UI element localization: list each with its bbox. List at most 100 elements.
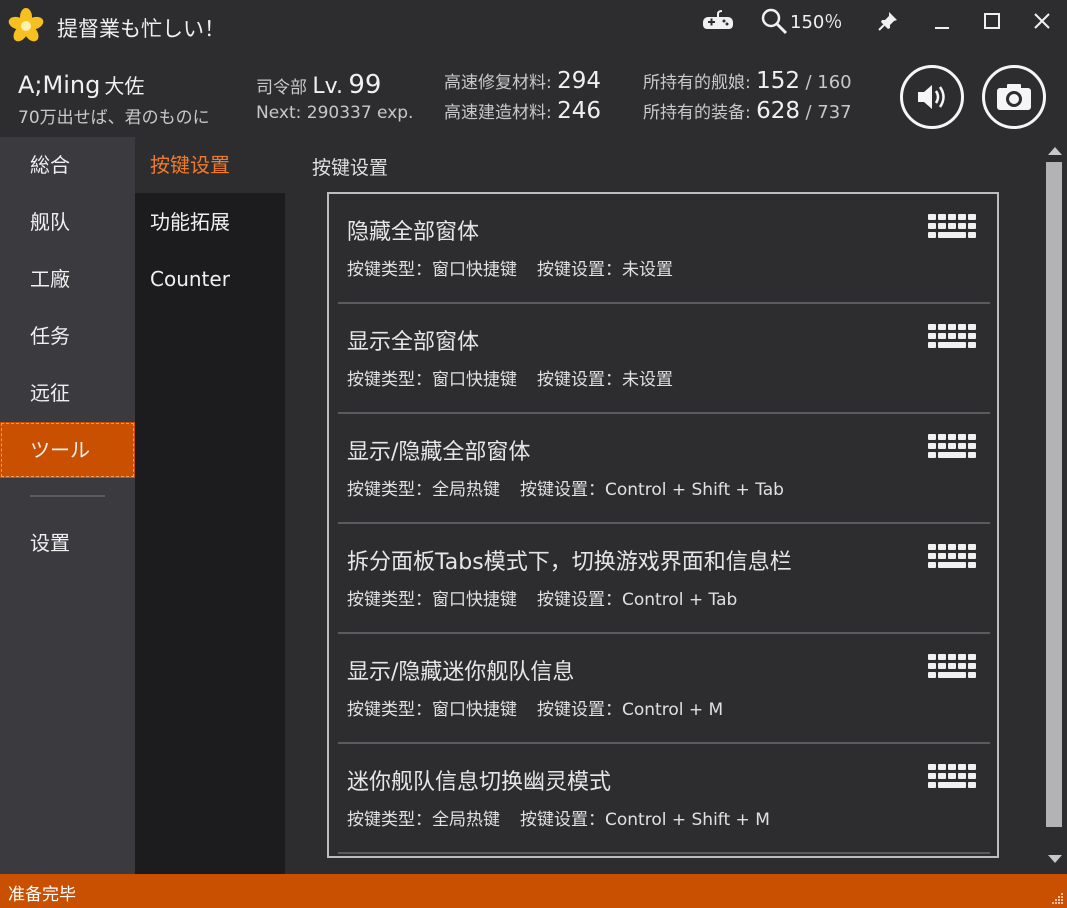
keyboard-icon[interactable] — [928, 214, 976, 244]
hotkey-type-value: 窗口快捷键 — [432, 700, 517, 720]
equips-label: 所持有的装备: — [643, 103, 751, 123]
hotkey-type-label: 按键类型： — [347, 370, 432, 390]
nav-divider — [30, 495, 105, 497]
hotkey-type-label: 按键类型： — [347, 700, 432, 720]
sub-nav: 按键设置 功能拓展 Counter — [135, 137, 285, 874]
hotkey-detail: 按键类型：全局热键 按键设置：Control + Shift + M — [347, 805, 770, 830]
status-bar: 准备完毕 — [0, 874, 1067, 908]
build-material: 高速建造材料: 246 — [444, 98, 601, 124]
equipment-count: 所持有的装备: 628 / 737 — [643, 98, 852, 124]
hotkey-detail: 按键类型：全局热键 按键设置：Control + Shift + Tab — [347, 475, 784, 500]
hotkey-type-value: 全局热键 — [432, 480, 500, 500]
admiral-name: A;Ming 大佐 — [18, 70, 144, 99]
hotkey-name: 显示/隐藏迷你舰队信息 — [347, 660, 575, 685]
main-nav: 総合 舰队 工廠 任务 远征 ツール 设置 — [0, 137, 135, 874]
pin-button[interactable] — [872, 4, 904, 38]
nav-item-expedition[interactable]: 远征 — [0, 365, 135, 421]
minimize-button[interactable] — [926, 4, 958, 38]
gamepad-button[interactable] — [700, 4, 736, 38]
hotkey-type-value: 窗口快捷键 — [432, 590, 517, 610]
vertical-scrollbar[interactable] — [1042, 137, 1067, 874]
hotkey-type-value: 窗口快捷键 — [432, 260, 517, 280]
nav-item-arsenal[interactable]: 工廠 — [0, 251, 135, 307]
hotkey-detail: 按键类型：窗口快捷键 按键设置：Control + M — [347, 695, 723, 720]
hotkey-type-value: 窗口快捷键 — [432, 370, 517, 390]
window-title: 提督業も忙しい！ — [57, 17, 225, 41]
scroll-up-arrow-icon[interactable] — [1045, 143, 1065, 157]
scroll-down-arrow-icon[interactable] — [1045, 853, 1065, 867]
hotkey-row[interactable]: 显示/隐藏迷你舰队信息按键类型：窗口快捷键 按键设置：Control + M — [338, 634, 990, 744]
maximize-button[interactable] — [976, 4, 1008, 38]
build-label: 高速建造材料: — [444, 103, 552, 123]
hotkey-name: 隐藏全部窗体 — [347, 220, 480, 245]
lv-label: Lv. — [312, 74, 343, 99]
next-label: Next: — [256, 103, 302, 123]
nav-item-tools[interactable]: ツール — [0, 422, 135, 478]
close-button[interactable] — [1026, 4, 1058, 38]
hotkey-type-label: 按键类型： — [347, 260, 432, 280]
admiral-comment: 70万出せば、君のものに — [18, 108, 210, 128]
hotkey-setting-value: 未设置 — [622, 260, 673, 280]
hotkey-type-label: 按键类型： — [347, 480, 432, 500]
volume-icon — [918, 85, 945, 109]
maximize-icon — [984, 13, 1000, 29]
hotkey-name: 显示全部窗体 — [347, 330, 480, 355]
zoom-level: 150％ — [790, 12, 843, 33]
hotkey-setting-value: Control + Shift + M — [605, 810, 770, 830]
hotkey-name: 迷你舰队信息切换幽灵模式 — [347, 770, 612, 795]
zoom-button[interactable]: 150％ — [760, 4, 848, 38]
title-bar: 提督業も忙しい！ 150％ — [0, 0, 1067, 50]
hotkey-setting-label: 按键设置： — [537, 700, 622, 720]
keyboard-icon[interactable] — [928, 654, 976, 684]
hotkey-name: 拆分面板Tabs模式下，切换游戏界面和信息栏 — [347, 550, 792, 575]
hotkey-row[interactable]: 迷你舰队信息切换幽灵模式按键类型：全局热键 按键设置：Control + Shif… — [338, 744, 990, 854]
screenshot-button[interactable] — [982, 65, 1046, 129]
hotkey-row[interactable]: 拆分面板Tabs模式下，切换游戏界面和信息栏 按键类型：窗口快捷键 按键设置：Con… — [338, 524, 990, 634]
next-exp-value: 290337 exp. — [306, 103, 414, 123]
hotkey-setting-label: 按键设置： — [520, 480, 605, 500]
hotkey-detail: 按键类型：窗口快捷键 按键设置：未设置 — [347, 365, 673, 390]
sub-nav-item-extensions[interactable]: 功能拓展 — [135, 194, 285, 250]
ships-value: 152 — [756, 68, 801, 94]
hotkey-name: 显示/隐藏全部窗体 — [347, 440, 531, 465]
status-text: 准备完毕 — [8, 885, 76, 905]
app-logo-icon — [8, 8, 44, 42]
hotkey-row[interactable]: 显示全部窗体按键类型：窗口快捷键 按键设置：未设置 — [338, 304, 990, 414]
hq-level: 司令部 Lv. 99 — [256, 70, 381, 100]
keyboard-icon[interactable] — [928, 324, 976, 354]
hotkey-setting-value: 未设置 — [622, 370, 673, 390]
hotkey-setting-label: 按键设置： — [520, 810, 605, 830]
admiral-rank: 大佐 — [104, 74, 145, 98]
admiral-info: A;Ming 大佐 70万出せば、君のものに 司令部 Lv. 99 Next: 2… — [0, 60, 1067, 135]
repair-label: 高速修复材料: — [444, 73, 552, 93]
nav-item-quests[interactable]: 任务 — [0, 308, 135, 364]
hotkey-setting-value: Control + Shift + Tab — [605, 480, 784, 500]
hotkey-setting-label: 按键设置： — [537, 370, 622, 390]
hotkey-row[interactable]: 显示/隐藏全部窗体按键类型：全局热键 按键设置：Control + Shift +… — [338, 414, 990, 524]
close-icon — [1034, 13, 1050, 29]
hotkey-type-label: 按键类型： — [347, 810, 432, 830]
camera-icon — [997, 84, 1031, 110]
nav-item-settings[interactable]: 设置 — [0, 515, 135, 571]
keyboard-icon[interactable] — [928, 434, 976, 464]
volume-button[interactable] — [900, 65, 964, 129]
gamepad-icon — [703, 10, 733, 29]
nav-item-fleet[interactable]: 舰队 — [0, 194, 135, 250]
keyboard-icon[interactable] — [928, 764, 976, 794]
ship-count: 所持有的舰娘: 152 / 160 — [643, 68, 852, 94]
next-exp: Next: 290337 exp. — [256, 103, 413, 123]
resize-grip-icon[interactable] — [1050, 891, 1064, 905]
zoom-icon — [761, 8, 788, 35]
nav-item-overview[interactable]: 総合 — [0, 137, 135, 193]
hotkey-setting-value: Control + Tab — [622, 590, 738, 610]
level-value: 99 — [348, 70, 382, 100]
hotkey-list: 隐藏全部窗体 按键类型：窗口快捷键 按键设置：未设置 显示全部窗体 按键类型：窗口快捷键… — [327, 192, 999, 858]
pin-icon — [878, 12, 897, 31]
hotkey-row[interactable]: 隐藏全部窗体 按键类型：窗口快捷键 按键设置：未设置 — [338, 194, 990, 304]
admiral-name-text: A;Ming — [18, 71, 101, 99]
scroll-thumb[interactable] — [1046, 162, 1062, 827]
keyboard-icon[interactable] — [928, 544, 976, 574]
sub-nav-item-hotkeys[interactable]: 按键设置 — [135, 137, 285, 193]
hotkey-setting-label: 按键设置： — [537, 590, 622, 610]
sub-nav-item-counter[interactable]: Counter — [135, 251, 285, 307]
